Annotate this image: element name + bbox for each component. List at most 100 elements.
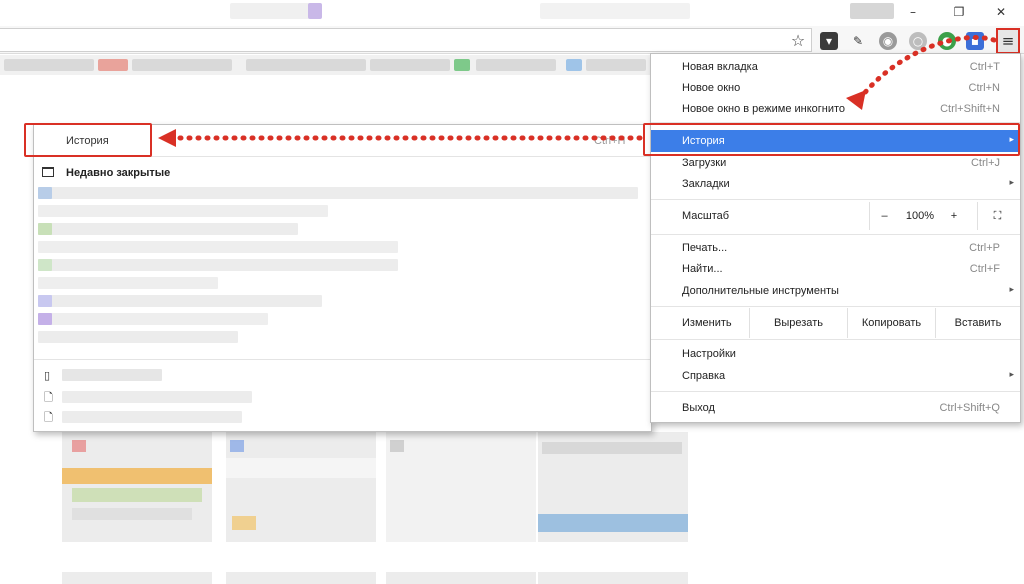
minimize-button[interactable]: – <box>898 2 928 22</box>
menu-item-shortcut: Ctrl+F <box>969 263 1000 275</box>
device-entry[interactable] <box>62 391 252 403</box>
history-entry[interactable] <box>38 187 638 199</box>
menu-item-find[interactable]: Найти... Ctrl+F <box>651 258 1020 280</box>
history-entry[interactable] <box>38 259 398 271</box>
divider <box>34 359 651 360</box>
zoom-out-button[interactable]: – <box>869 202 899 230</box>
menu-item-exit[interactable]: Выход Ctrl+Shift+Q <box>651 397 1020 419</box>
thumbnail-tile[interactable] <box>538 572 688 584</box>
ghostery-icon[interactable]: ◉ <box>879 32 897 50</box>
bookmark-item[interactable] <box>98 59 128 71</box>
menu-item-label: Загрузки <box>682 157 727 169</box>
menu-item-label: Справка <box>682 370 726 382</box>
adblock-icon[interactable]: ● <box>938 32 956 50</box>
close-button[interactable]: ✕ <box>986 2 1016 22</box>
recently-closed-heading: Недавно закрытые <box>66 167 171 179</box>
menu-item-label: Дополнительные инструменты <box>682 285 839 297</box>
divider <box>651 339 1020 340</box>
zoom-in-button[interactable]: + <box>941 202 967 230</box>
menu-item-label: Масштаб <box>682 210 730 222</box>
evernote-icon[interactable]: ✎ <box>849 32 867 50</box>
address-bar[interactable] <box>0 28 812 52</box>
page-icon: 🗋 <box>44 391 53 404</box>
fullscreen-icon[interactable]: ⛶ <box>977 202 1017 230</box>
pocket-icon[interactable]: ▾ <box>820 32 838 50</box>
bookmark-item[interactable] <box>370 59 450 71</box>
thumbnail-tile[interactable] <box>386 572 536 584</box>
paste-button[interactable]: Вставить <box>935 308 1020 338</box>
history-entry[interactable] <box>38 223 298 235</box>
menu-item-more-tools[interactable]: Дополнительные инструменты ▸ <box>651 280 1020 302</box>
favicon-blurred <box>38 313 52 325</box>
bookmark-item[interactable] <box>454 59 470 71</box>
submenu-arrow-icon: ▸ <box>1009 369 1014 379</box>
thumbnail-tile[interactable] <box>62 572 212 584</box>
bookmark-item[interactable] <box>586 59 646 71</box>
menu-item-settings[interactable]: Настройки <box>651 343 1020 365</box>
menu-item-shortcut: Ctrl+N <box>968 82 1000 94</box>
favicon-blurred <box>38 259 52 271</box>
menu-item-print[interactable]: Печать... Ctrl+P <box>651 237 1020 259</box>
extension-icon[interactable]: ○ <box>909 32 927 50</box>
menu-item-bookmarks[interactable]: Закладки ▸ <box>651 173 1020 195</box>
device-entry[interactable] <box>62 411 242 423</box>
menu-item-shortcut: Ctrl+T <box>969 61 1000 73</box>
menu-item-downloads[interactable]: Загрузки Ctrl+J <box>651 152 1020 174</box>
menu-item-new-window[interactable]: Новое окно Ctrl+N <box>651 77 1020 99</box>
menu-item-label: Новое окно в режиме инкогнито <box>682 103 846 115</box>
menu-item-shortcut: Ctrl+Shift+Q <box>939 402 1000 414</box>
submenu-arrow-icon: ▸ <box>1009 177 1014 187</box>
bookmark-item[interactable] <box>4 59 94 71</box>
menu-item-label: Новая вкладка <box>682 61 758 73</box>
annotation-highlight-box <box>24 123 152 157</box>
divider <box>651 199 1020 200</box>
history-entry[interactable] <box>38 295 322 307</box>
window-titlebar: – ❐ ✕ <box>0 0 1024 26</box>
history-submenu-header[interactable]: История Ctrl+H <box>24 123 651 157</box>
thumbnail-tile[interactable] <box>226 432 376 542</box>
chrome-main-menu: Новая вкладка Ctrl+T Новое окно Ctrl+N Н… <box>643 53 1021 423</box>
history-entry[interactable] <box>38 205 328 217</box>
thumbnail-tile[interactable] <box>386 432 536 542</box>
bookmark-item[interactable] <box>132 59 232 71</box>
bookmark-item[interactable] <box>476 59 556 71</box>
menu-item-label: Выход <box>682 402 715 414</box>
favicon-blurred <box>38 187 52 199</box>
copy-button[interactable]: Копировать <box>847 308 935 338</box>
history-entry[interactable] <box>38 241 398 253</box>
favicon-blurred <box>38 295 52 307</box>
thumbnail-tile[interactable] <box>538 432 688 542</box>
phone-icon: ▯ <box>44 369 51 382</box>
menu-item-label: Найти... <box>682 263 723 275</box>
extension-icon[interactable]: ▪ <box>966 32 984 50</box>
tab-blurred[interactable] <box>230 3 310 19</box>
menu-item-new-tab[interactable]: Новая вкладка Ctrl+T <box>651 56 1020 78</box>
cut-button[interactable]: Вырезать <box>749 308 847 338</box>
tab-blurred[interactable] <box>540 3 690 19</box>
device-entry[interactable] <box>62 369 162 381</box>
menu-item-label: Печать... <box>682 242 728 254</box>
tab-favicon-blurred <box>308 3 322 19</box>
menu-item-label: Закладки <box>682 178 730 190</box>
chrome-menu-button[interactable]: ≡ <box>996 28 1020 54</box>
history-entry[interactable] <box>38 313 268 325</box>
history-entry[interactable] <box>38 331 238 343</box>
user-area-blurred <box>850 3 894 19</box>
divider <box>651 391 1020 392</box>
divider <box>651 234 1020 235</box>
menu-item-shortcut: Ctrl+Shift+N <box>940 103 1000 115</box>
bookmark-item[interactable] <box>566 59 582 71</box>
menu-item-incognito[interactable]: Новое окно в режиме инкогнито Ctrl+Shift… <box>651 98 1020 120</box>
thumbnail-tile[interactable] <box>226 572 376 584</box>
maximize-button[interactable]: ❐ <box>944 2 974 22</box>
history-entry[interactable] <box>38 277 218 289</box>
menu-item-label: Новое окно <box>682 82 741 94</box>
bookmark-item[interactable] <box>246 59 366 71</box>
bookmarks-bar <box>0 55 650 75</box>
menu-item-help[interactable]: Справка ▸ <box>651 365 1020 387</box>
thumbnail-tile[interactable] <box>62 432 212 542</box>
star-icon[interactable]: ☆ <box>789 32 807 50</box>
menu-item-label: Изменить <box>682 317 732 329</box>
zoom-value: 100% <box>905 210 935 222</box>
menu-item-shortcut: Ctrl+P <box>969 242 1000 254</box>
